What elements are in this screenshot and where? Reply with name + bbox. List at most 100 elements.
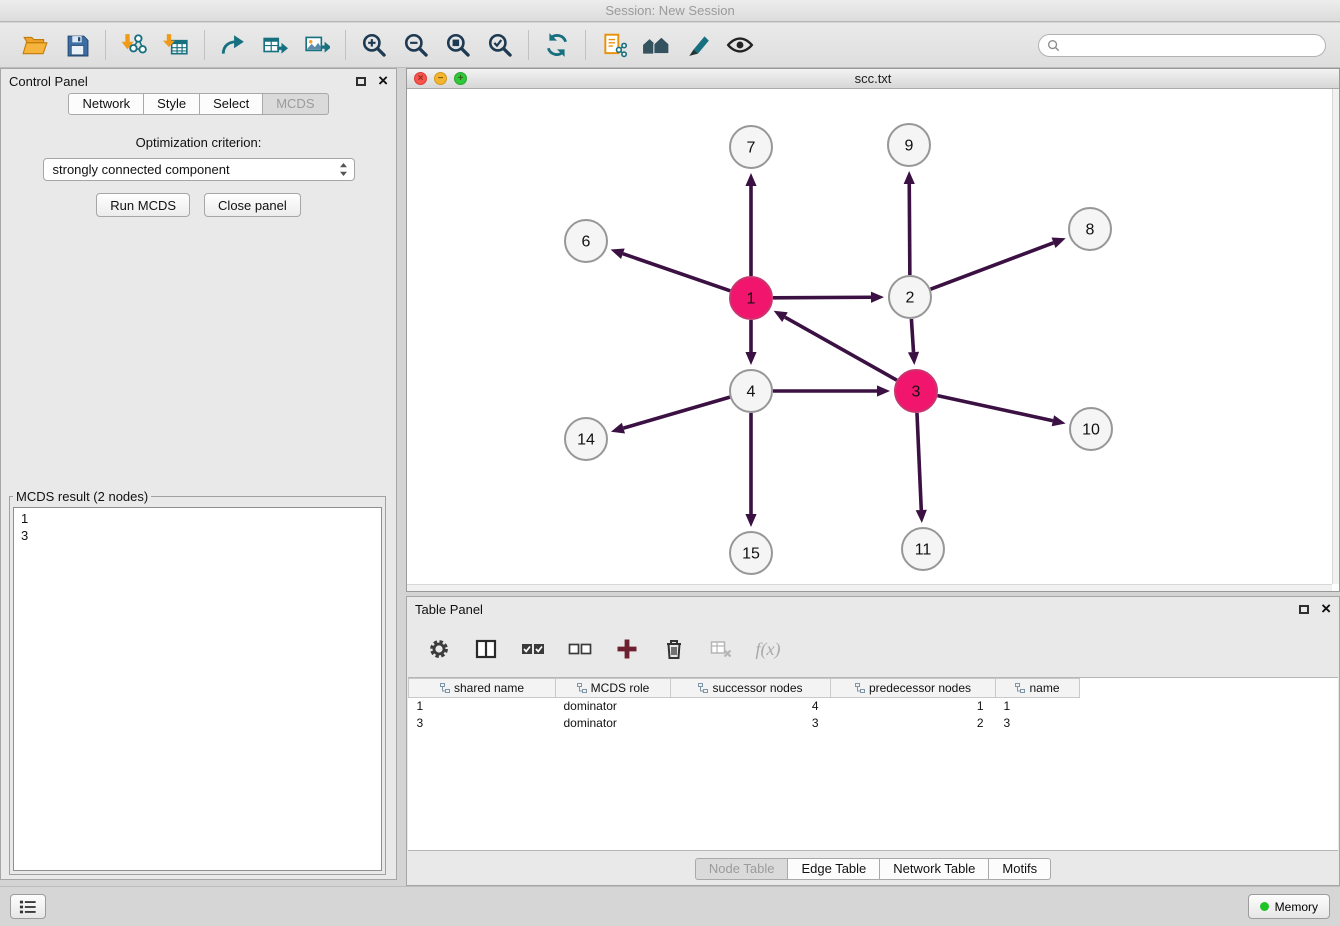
close-panel-button[interactable]: Close panel — [204, 193, 301, 217]
cell-successor-nodes[interactable]: 4 — [671, 698, 831, 715]
zoom-in-button[interactable] — [353, 26, 395, 64]
cell-predecessor-nodes[interactable]: 2 — [831, 715, 996, 732]
maximize-window-button[interactable]: + — [454, 72, 467, 85]
mcds-result-list[interactable]: 13 — [13, 507, 382, 871]
cell-successor-nodes[interactable]: 3 — [671, 715, 831, 732]
table-panel-header: Table Panel × — [407, 597, 1339, 621]
node-7[interactable]: 7 — [730, 126, 772, 168]
cell-shared-name[interactable]: 1 — [409, 698, 556, 715]
search-input[interactable] — [1060, 37, 1317, 53]
delete-table-button[interactable] — [705, 633, 737, 665]
run-mcds-button[interactable]: Run MCDS — [96, 193, 190, 217]
svg-text:10: 10 — [1082, 422, 1100, 439]
function-builder-button[interactable]: f(x) — [752, 633, 784, 665]
import-table-button[interactable] — [155, 26, 197, 64]
network-window-titlebar[interactable]: scc.txt × − + — [407, 69, 1339, 89]
edge-4-to-14[interactable] — [611, 397, 730, 433]
edge-2-to-9[interactable] — [904, 171, 915, 275]
table-settings-button[interactable] — [423, 633, 455, 665]
show-graphics-details-button[interactable] — [719, 26, 761, 64]
edge-4-to-15[interactable] — [745, 413, 756, 527]
edge-1-to-7[interactable] — [745, 173, 756, 276]
export-network-button[interactable] — [212, 26, 254, 64]
criterion-dropdown[interactable]: strongly connected component — [43, 158, 355, 181]
network-canvas[interactable]: 7 9 6 8 1 2 4 3 14 10 15 11 — [407, 89, 1339, 591]
network-horizontal-scrollbar[interactable] — [407, 584, 1332, 591]
network-vertical-scrollbar[interactable] — [1332, 89, 1339, 584]
fx-icon: f(x) — [756, 639, 781, 660]
minimize-window-button[interactable]: − — [434, 72, 447, 85]
apply-style-button[interactable] — [677, 26, 719, 64]
table-row[interactable]: 3dominator323 — [409, 715, 1339, 732]
cell-shared-name[interactable]: 3 — [409, 715, 556, 732]
tab-network[interactable]: Network — [68, 93, 144, 115]
tab-style[interactable]: Style — [144, 93, 200, 115]
edge-3-to-10[interactable] — [937, 396, 1065, 427]
cell-MCDS-role[interactable]: dominator — [556, 715, 671, 732]
node-10[interactable]: 10 — [1070, 408, 1112, 450]
tab-edge-table[interactable]: Edge Table — [788, 858, 880, 880]
add-row-button[interactable] — [611, 633, 643, 665]
edge-1-to-6[interactable] — [611, 248, 731, 290]
refresh-button[interactable] — [536, 26, 578, 64]
delete-row-button[interactable] — [658, 633, 690, 665]
memory-button[interactable]: Memory — [1248, 894, 1330, 919]
column-header-successor-nodes[interactable]: successor nodes — [671, 679, 831, 698]
float-panel-icon[interactable] — [356, 77, 366, 86]
close-panel-icon[interactable]: × — [378, 74, 388, 88]
edge-2-to-8[interactable] — [931, 238, 1066, 290]
tab-select[interactable]: Select — [200, 93, 263, 115]
deselect-all-button[interactable] — [564, 633, 596, 665]
zoom-selected-button[interactable] — [479, 26, 521, 64]
save-session-button[interactable] — [56, 26, 98, 64]
node-3[interactable]: 3 — [895, 370, 937, 412]
export-image-button[interactable] — [296, 26, 338, 64]
column-header-shared-name[interactable]: shared name — [409, 679, 556, 698]
node-table: shared nameMCDS rolesuccessor nodesprede… — [408, 677, 1338, 851]
import-network-button[interactable] — [113, 26, 155, 64]
tab-mcds[interactable]: MCDS — [263, 93, 328, 115]
tab-node-table[interactable]: Node Table — [695, 858, 789, 880]
node-8[interactable]: 8 — [1069, 208, 1111, 250]
edge-3-to-1[interactable] — [774, 311, 897, 380]
edge-1-to-4[interactable] — [745, 320, 756, 365]
node-9[interactable]: 9 — [888, 124, 930, 166]
edge-4-to-3[interactable] — [773, 385, 890, 396]
status-bar: Memory — [0, 886, 1340, 926]
svg-text:11: 11 — [915, 542, 932, 559]
zoom-out-button[interactable] — [395, 26, 437, 64]
node-15[interactable]: 15 — [730, 532, 772, 574]
copy-network-style-button[interactable] — [593, 26, 635, 64]
open-file-button[interactable] — [14, 26, 56, 64]
float-table-panel-icon[interactable] — [1299, 605, 1309, 614]
table-row[interactable]: 1dominator411 — [409, 698, 1339, 715]
task-history-button[interactable] — [10, 894, 46, 919]
edge-1-to-2[interactable] — [773, 292, 884, 303]
zoom-fit-button[interactable] — [437, 26, 479, 64]
show-columns-button[interactable] — [470, 633, 502, 665]
tab-motifs[interactable]: Motifs — [989, 858, 1051, 880]
cell-predecessor-nodes[interactable]: 1 — [831, 698, 996, 715]
cell-MCDS-role[interactable]: dominator — [556, 698, 671, 715]
edge-3-to-11[interactable] — [916, 413, 927, 523]
close-window-button[interactable]: × — [414, 72, 427, 85]
export-table-button[interactable] — [254, 26, 296, 64]
search-box[interactable] — [1038, 34, 1326, 57]
node-6[interactable]: 6 — [565, 220, 607, 262]
node-11[interactable]: 11 — [902, 528, 944, 570]
cell-name[interactable]: 3 — [996, 715, 1080, 732]
column-header-predecessor-nodes[interactable]: predecessor nodes — [831, 679, 996, 698]
node-2[interactable]: 2 — [889, 276, 931, 318]
node-4[interactable]: 4 — [730, 370, 772, 412]
select-all-button[interactable] — [517, 633, 549, 665]
tab-network-table[interactable]: Network Table — [880, 858, 989, 880]
cell-name[interactable]: 1 — [996, 698, 1080, 715]
column-header-MCDS-role[interactable]: MCDS role — [556, 679, 671, 698]
node-14[interactable]: 14 — [565, 418, 607, 460]
close-table-panel-icon[interactable]: × — [1321, 602, 1331, 616]
node-1[interactable]: 1 — [730, 277, 772, 319]
edge-2-to-3[interactable] — [908, 319, 919, 365]
column-header-name[interactable]: name — [996, 679, 1080, 698]
zoom-in-icon — [361, 32, 387, 58]
home-view-button[interactable] — [635, 26, 677, 64]
